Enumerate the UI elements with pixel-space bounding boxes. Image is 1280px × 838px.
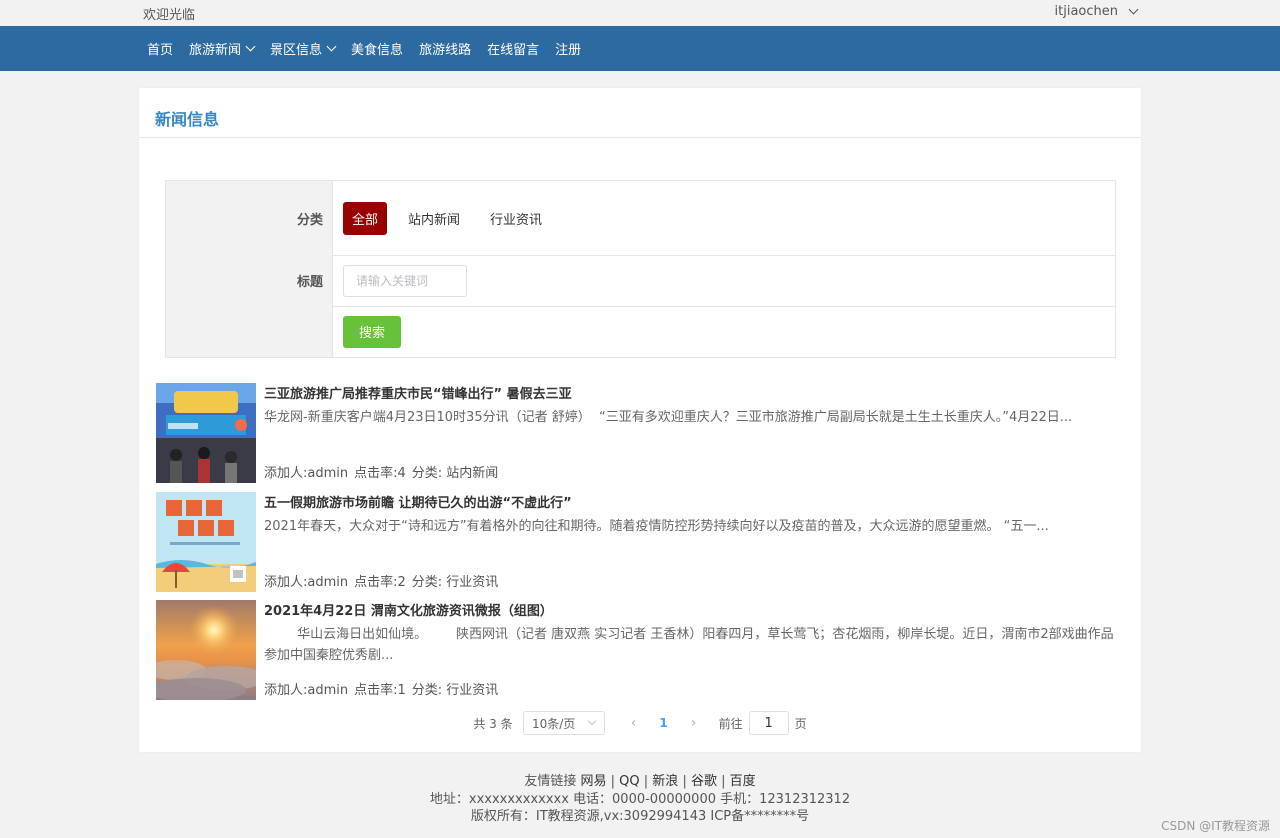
friend-links-label: 友情链接: [524, 774, 577, 789]
news-thumbnail-sunrise[interactable]: [156, 600, 256, 700]
news-meta: 添加人:admin 点击率:1 分类: 行业资讯: [264, 679, 498, 698]
footer-address: 地址：xxxxxxxxxxxxx 电话：0000-00000000 手机：123…: [429, 792, 851, 807]
news-summary: 2021年春天，大众对于“诗和远方”有着格外的向往和期待。随着疫情防控形势持续向…: [264, 519, 1049, 534]
footer-link-netease[interactable]: 网易: [581, 774, 607, 789]
next-page-button[interactable]: ›: [679, 715, 709, 731]
chevron-down-icon: [245, 41, 256, 52]
news-thumbnail-mayday[interactable]: [156, 492, 256, 592]
footer-link-sina[interactable]: 新浪: [652, 774, 678, 789]
news-title[interactable]: 三亚旅游推广局推荐重庆市民“错峰出行” 暑假去三亚: [264, 383, 572, 402]
footer-copyright: 版权所有：IT教程资源,vx:3092994143 ICP备********号: [470, 809, 810, 824]
news-author: 添加人:admin: [264, 683, 349, 698]
goto-page: 前往 1 页: [719, 711, 807, 735]
chevron-down-icon: [326, 41, 337, 52]
top-bar: 欢迎光临 itjiaochen: [0, 0, 1280, 26]
page-title: 新闻信息: [155, 110, 220, 129]
nav-label: 在线留言: [487, 43, 540, 58]
nav-item-home[interactable]: 首页: [147, 39, 173, 58]
news-thumbnail-sanya[interactable]: [156, 383, 256, 483]
filter-row-category: 分类 全部 站内新闻 行业资讯: [166, 181, 1115, 256]
nav-label: 美食信息: [351, 43, 404, 58]
nav-item-travel-news[interactable]: 旅游新闻: [189, 39, 256, 58]
title-divider: [139, 137, 1141, 138]
title-label: 标题: [166, 255, 333, 306]
category-label: 分类: [166, 181, 333, 255]
goto-page-input[interactable]: 1: [748, 711, 789, 735]
news-summary: 华山云海日出如仙境。 陕西网讯（记者 唐双燕 实习记者 王香林）阳春四月，草长莺…: [264, 627, 1114, 663]
filter-row-action: 搜索: [166, 306, 1115, 357]
nav-label: 注册: [555, 43, 582, 58]
nav-item-messages[interactable]: 在线留言: [487, 39, 539, 58]
category-industry[interactable]: 行业资讯: [481, 202, 551, 235]
news-clicks: 点击率:1: [354, 683, 406, 698]
filter-table: 分类 全部 站内新闻 行业资讯 标题 搜索: [165, 180, 1116, 358]
user-menu[interactable]: itjiaochen: [1054, 4, 1139, 19]
news-category: 分类: 行业资讯: [411, 683, 499, 698]
news-summary: 华龙网-新重庆客户端4月23日10时35分讯（记者 舒婷） “三亚有多欢迎重庆人…: [264, 410, 1073, 425]
footer-link-google[interactable]: 谷歌: [691, 774, 717, 789]
news-item: 三亚旅游推广局推荐重庆市民“错峰出行” 暑假去三亚 华龙网-新重庆客户端4月23…: [156, 383, 1126, 483]
username: itjiaochen: [1054, 4, 1118, 19]
prev-page-button[interactable]: ‹: [619, 715, 649, 731]
news-title[interactable]: 2021年4月22日 渭南文化旅游资讯微报（组图）: [264, 600, 553, 619]
news-meta: 添加人:admin 点击率:4 分类: 站内新闻: [264, 462, 498, 481]
category-all[interactable]: 全部: [343, 201, 388, 235]
welcome-text: 欢迎光临: [143, 8, 196, 23]
filter-row-title: 标题: [166, 255, 1115, 307]
news-category: 分类: 站内新闻: [411, 466, 499, 481]
news-clicks: 点击率:2: [354, 575, 406, 590]
pagination: 共 3 条 10条/页 ‹ 1 › 前往 1 页: [139, 710, 1141, 736]
chevron-down-icon: [1128, 4, 1139, 15]
news-clicks: 点击率:4: [354, 466, 406, 481]
nav-item-travel-routes[interactable]: 旅游线路: [419, 39, 471, 58]
news-meta: 添加人:admin 点击率:2 分类: 行业资讯: [264, 571, 498, 590]
csdn-watermark: CSDN @IT教程资源: [1161, 819, 1270, 833]
footer-links: 友情链接 网易 | QQ | 新浪 | 谷歌 | 百度: [524, 774, 756, 789]
main-nav: 首页 旅游新闻 景区信息 美食信息 旅游线路 在线留言 注册: [0, 26, 1280, 71]
nav-label: 旅游线路: [419, 43, 472, 58]
nav-item-register[interactable]: 注册: [555, 39, 581, 58]
footer-link-qq[interactable]: QQ: [619, 774, 639, 789]
news-author: 添加人:admin: [264, 466, 349, 481]
empty-label: [166, 306, 333, 357]
nav-item-food-info[interactable]: 美食信息: [351, 39, 403, 58]
news-category: 分类: 行业资讯: [411, 575, 499, 590]
pagination-total: 共 3 条: [473, 716, 513, 731]
page-size-select[interactable]: 10条/页: [522, 711, 605, 735]
page-number-current[interactable]: 1: [649, 716, 679, 730]
news-author: 添加人:admin: [264, 575, 349, 590]
nav-label: 首页: [147, 43, 174, 58]
search-button[interactable]: 搜索: [343, 315, 401, 348]
nav-label: 景区信息: [270, 43, 323, 58]
nav-label: 旅游新闻: [189, 43, 242, 58]
chevron-down-icon: [588, 716, 597, 726]
nav-item-scenic-info[interactable]: 景区信息: [270, 39, 337, 58]
page-size-value: 10条/页: [531, 716, 576, 731]
news-item: 2021年4月22日 渭南文化旅游资讯微报（组图） 华山云海日出如仙境。 陕西网…: [156, 600, 1126, 700]
news-title[interactable]: 五一假期旅游市场前瞻 让期待已久的出游“不虚此行”: [264, 492, 572, 511]
news-card: 新闻信息 分类 全部 站内新闻 行业资讯 标题 搜索: [139, 88, 1141, 752]
keyword-input[interactable]: [343, 264, 467, 297]
footer-link-baidu[interactable]: 百度: [730, 774, 756, 789]
news-item: 五一假期旅游市场前瞻 让期待已久的出游“不虚此行” 2021年春天，大众对于“诗…: [156, 492, 1126, 592]
page-suffix: 页: [794, 716, 807, 731]
goto-label: 前往: [718, 716, 743, 731]
category-site-news[interactable]: 站内新闻: [399, 202, 469, 235]
